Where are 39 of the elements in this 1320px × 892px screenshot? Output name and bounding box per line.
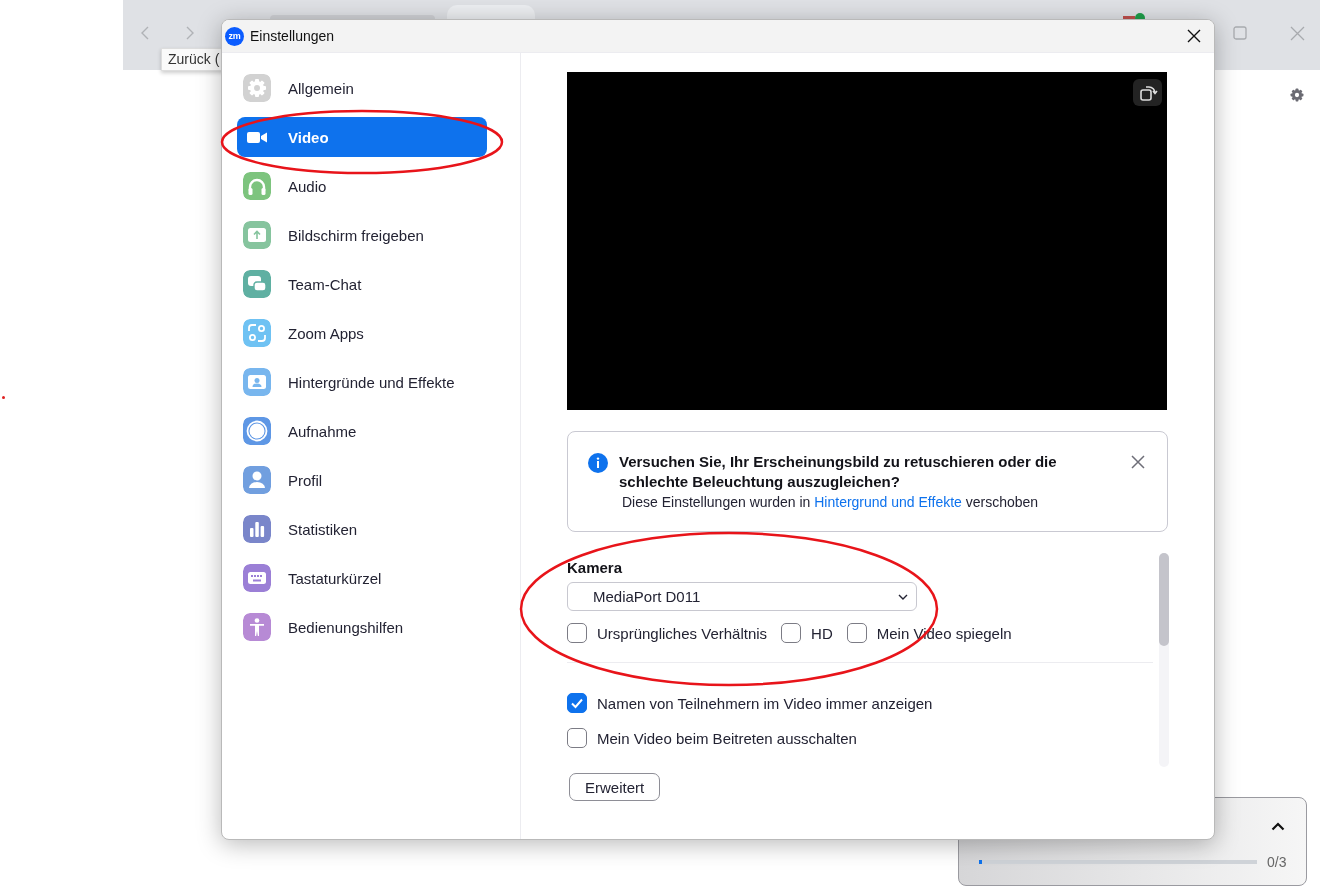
checkbox[interactable] xyxy=(567,693,587,713)
info-icon xyxy=(588,453,608,473)
rotate-button[interactable] xyxy=(1133,79,1162,106)
chevron-icon xyxy=(898,593,908,600)
dot-icon xyxy=(2,396,5,399)
sidebar-item[interactable]: Team-Chat xyxy=(237,264,487,304)
sidebar-item[interactable]: Audio xyxy=(237,166,487,206)
app-logo: zm xyxy=(225,26,244,46)
sidebar-item[interactable]: Hintergründe und Effekte xyxy=(237,362,487,402)
advanced-button[interactable]: Erweitert xyxy=(569,773,661,801)
checkbox[interactable] xyxy=(567,728,587,748)
sidebar-item[interactable]: Profil xyxy=(237,460,487,500)
sidebar-item[interactable]: Aufnahme xyxy=(237,411,487,451)
checkbox-label: Mein Video beim Beitreten ausschalten xyxy=(597,729,857,747)
window-title: Einstellungen xyxy=(250,28,336,44)
check-icon xyxy=(570,696,584,710)
sidebar-item[interactable]: Bedienungshilfen xyxy=(237,607,487,647)
sidebar-item[interactable]: Tastaturkürzel xyxy=(237,558,487,598)
progress-count: 0/3 xyxy=(1267,854,1287,870)
notice-text: Diese Einstellungen wurden in Hintergrund und Effekte verschoben xyxy=(621,493,1040,512)
close-icon xyxy=(1187,29,1201,43)
caret-icon[interactable] xyxy=(1271,822,1285,831)
sidebar-item[interactable]: Zoom Apps xyxy=(237,313,487,353)
checkbox[interactable] xyxy=(567,623,587,643)
sidebar-item[interactable]: Statistiken xyxy=(237,509,487,549)
checkbox[interactable] xyxy=(846,623,867,643)
checkbox-label: HD xyxy=(811,624,833,642)
settings-link[interactable]: Hintergrund und Effekte xyxy=(814,494,962,510)
scrollbar[interactable] xyxy=(1159,553,1169,767)
sidebar-item[interactable]: Allgemein xyxy=(237,68,487,108)
checkbox[interactable] xyxy=(781,623,802,643)
camera-dropdown[interactable]: MediaPort D011 xyxy=(567,582,917,611)
notice-title: Versuchen Sie, Ihr Erscheinungsbild zu retuschieren oder die schlechte Beleuchtung auszugleichen? xyxy=(619,452,1058,492)
sidebar-item[interactable]: Bildschirm freigeben xyxy=(237,215,487,255)
checkbox-label: Ursprüngliches Verhältnis xyxy=(597,624,768,642)
checkbox-label: Namen von Teilnehmern im Video immer anzeigen xyxy=(597,694,933,712)
sidebar-item[interactable]: Video xyxy=(237,117,487,157)
close-icon xyxy=(1131,454,1145,469)
section-label: Kamera xyxy=(567,559,624,577)
